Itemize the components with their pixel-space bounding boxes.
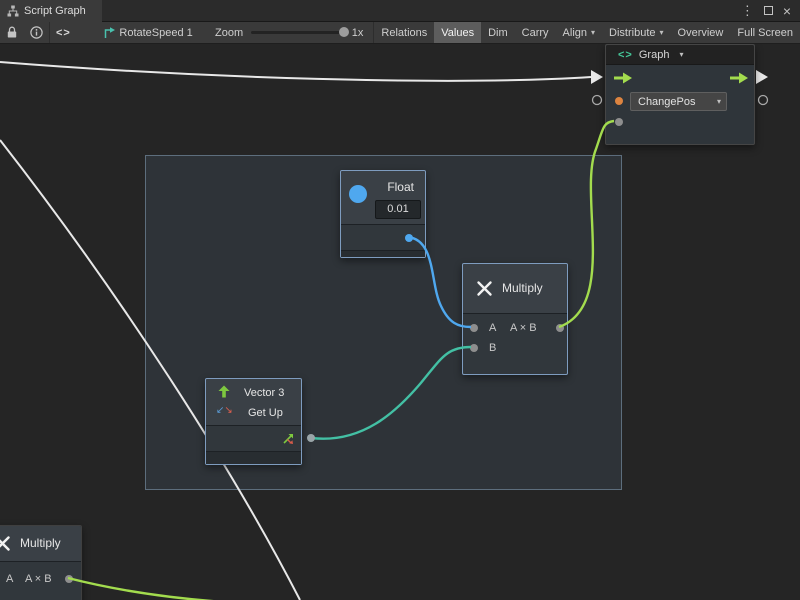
lock-icon-glyph [6, 26, 18, 39]
overview-button[interactable]: Overview [671, 22, 731, 44]
multiply-node[interactable]: Multiply A A × B B [462, 263, 568, 375]
full-screen-button[interactable]: Full Screen [730, 22, 800, 44]
multiply-icon [476, 280, 493, 297]
wire-offscreen-top[interactable] [0, 62, 591, 81]
multiply2-node-header: Multiply [0, 526, 81, 562]
lock-icon[interactable] [0, 22, 24, 44]
multiply-node-2[interactable]: Multiply A A × B [0, 525, 82, 600]
script-graph-icon [7, 5, 19, 17]
chevron-down-icon: ▾ [679, 50, 683, 59]
zoom-level: 1x [352, 27, 364, 39]
graph-breadcrumb[interactable]: <> Graph ▾ [606, 45, 754, 65]
vector3-node-footer [206, 451, 301, 464]
multiply2-output-port[interactable] [65, 575, 73, 583]
distribute-button[interactable]: Distribute▾ [602, 22, 670, 44]
multiply-input-b-port[interactable] [470, 344, 478, 352]
multiply2-node-title: Multiply [20, 537, 61, 550]
control-flow-arrow-out [756, 70, 768, 84]
value-port-ring-left[interactable] [593, 96, 602, 105]
maximize-icon[interactable] [764, 6, 773, 15]
visual-scripting-icon: <> [618, 49, 633, 61]
tab-label: Script Graph [24, 5, 86, 17]
float-value-input[interactable]: 0.01 [375, 200, 421, 219]
dim-button[interactable]: Dim [481, 22, 515, 44]
variable-dropdown[interactable]: ChangePos ▾ [630, 92, 727, 111]
zoom-slider[interactable] [251, 31, 342, 34]
breadcrumb-label: Graph [639, 49, 670, 61]
float-node-title: Float [387, 181, 414, 194]
port-out-label: A × B [25, 573, 52, 585]
multiply-output-port[interactable] [556, 324, 564, 332]
chevron-down-icon: ▾ [660, 28, 664, 37]
control-output-arrow-icon[interactable] [729, 71, 749, 85]
port-a-label: A [6, 573, 13, 585]
port-a-label: A [489, 322, 496, 334]
close-icon[interactable]: × [783, 0, 791, 22]
port-b-label: B [489, 342, 496, 354]
multiply-node-header: Multiply [463, 264, 567, 314]
zoom-slider-handle[interactable] [339, 27, 349, 37]
chevron-down-icon: ▾ [591, 28, 595, 37]
graph-canvas[interactable]: Float 0.01 Multiply A A × B B Vector 3 ↙… [0, 44, 800, 600]
control-input-arrow-icon[interactable] [613, 71, 633, 85]
align-button[interactable]: Align▾ [556, 22, 602, 44]
graph-unit-node[interactable]: <> Graph ▾ ChangePos ▾ [605, 44, 755, 145]
wire-multiply2-output[interactable] [68, 578, 240, 600]
values-button[interactable]: Values [434, 22, 481, 44]
float-node-footer [341, 250, 425, 257]
value-port-ring-right[interactable] [759, 96, 768, 105]
tab-script-graph[interactable]: Script Graph [0, 0, 102, 22]
multiply-input-a-port[interactable] [470, 324, 478, 332]
window-menu-icon[interactable]: ⋮ [741, 0, 754, 22]
graph-asset-icon [97, 22, 119, 44]
float-node[interactable]: Float 0.01 [340, 170, 426, 258]
code-view-toggle[interactable]: <> [50, 22, 77, 44]
variable-name: ChangePos [631, 96, 696, 108]
up-arrow-icon [218, 385, 230, 398]
multiply-node-title: Multiply [502, 282, 543, 295]
port-out-label: A × B [510, 322, 537, 334]
variable-kind-port[interactable] [615, 97, 623, 105]
zoom-label: Zoom [215, 27, 243, 39]
window-titlebar: Script Graph ⋮ × [0, 0, 800, 22]
value-input-port[interactable] [615, 118, 623, 126]
float-type-icon [349, 185, 367, 203]
transform-arrows-icon: ↙↘ [216, 405, 233, 416]
info-icon[interactable] [24, 22, 49, 44]
multiply-icon [0, 535, 11, 552]
carry-button[interactable]: Carry [515, 22, 556, 44]
vector3-output-port-icon[interactable] [282, 433, 294, 445]
graph-toolbar: <> RotateSpeed 1 Zoom 1x Relations Value… [0, 22, 800, 44]
relations-button[interactable]: Relations [374, 22, 434, 44]
control-flow-arrow-in [591, 70, 603, 84]
get-up-subtitle: Get Up [248, 407, 283, 420]
float-output-port[interactable] [405, 234, 413, 242]
asset-breadcrumb[interactable]: RotateSpeed 1 [119, 27, 192, 39]
chevron-down-icon: ▾ [717, 97, 726, 106]
info-icon-glyph [30, 26, 43, 39]
vector3-get-up-node[interactable]: Vector 3 ↙↘ Get Up [205, 378, 302, 465]
vector3-title: Vector 3 [244, 387, 284, 400]
